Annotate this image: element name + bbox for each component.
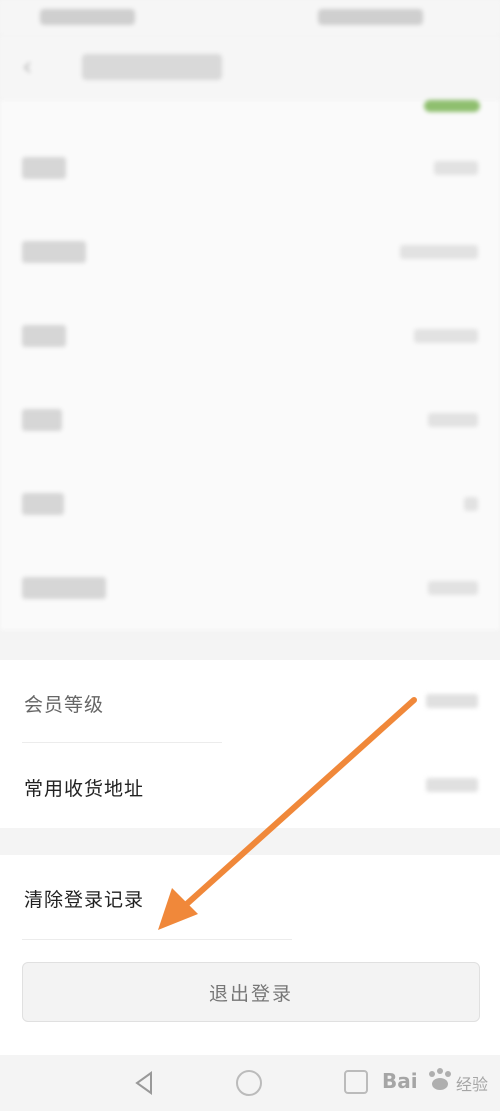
- actions-section: 清除登录记录: [0, 855, 500, 1055]
- row-label: [22, 241, 86, 263]
- list-item[interactable]: [0, 126, 500, 210]
- logout-button[interactable]: 退出登录: [22, 962, 480, 1022]
- row-label: [22, 493, 64, 515]
- member-level-label[interactable]: 会员等级: [24, 690, 104, 717]
- divider: [22, 939, 292, 940]
- row-value: [414, 329, 478, 343]
- page-title: [82, 54, 222, 80]
- app-header: ‹: [0, 36, 500, 100]
- baidu-watermark-logo: Bai 经验: [382, 1068, 488, 1094]
- account-section: 会员等级 常用收货地址: [0, 660, 500, 828]
- list-item[interactable]: [0, 546, 500, 630]
- row-value: [428, 581, 478, 595]
- row-label: [22, 577, 106, 599]
- row-value: [434, 161, 478, 175]
- shipping-address-value: [426, 778, 478, 792]
- chevron-left-icon[interactable]: ‹: [22, 54, 48, 80]
- row-label: [22, 409, 62, 431]
- status-left-info: [40, 9, 135, 25]
- clear-login-record[interactable]: 清除登录记录: [24, 885, 144, 912]
- row-label: [22, 157, 66, 179]
- shipping-address-label[interactable]: 常用收货地址: [24, 774, 144, 801]
- toggle-indicator: [424, 100, 480, 112]
- member-level-value: [426, 694, 478, 708]
- row-value: [428, 413, 478, 427]
- list-item[interactable]: [0, 294, 500, 378]
- status-bar: [0, 0, 500, 36]
- status-right-info: [318, 9, 423, 25]
- triangle-back-icon[interactable]: [131, 1070, 157, 1096]
- list-item[interactable]: [0, 210, 500, 294]
- profile-section: [0, 100, 500, 630]
- row-value: [464, 497, 478, 511]
- svg-text:Bai: Bai: [382, 1069, 418, 1093]
- circle-home-icon[interactable]: [236, 1070, 262, 1096]
- row-value: [400, 245, 478, 259]
- divider: [22, 742, 222, 743]
- square-recent-icon[interactable]: [344, 1070, 368, 1094]
- svg-text:经验: 经验: [456, 1075, 488, 1094]
- list-item[interactable]: [0, 462, 500, 546]
- list-item[interactable]: [0, 378, 500, 462]
- row-label: [22, 325, 66, 347]
